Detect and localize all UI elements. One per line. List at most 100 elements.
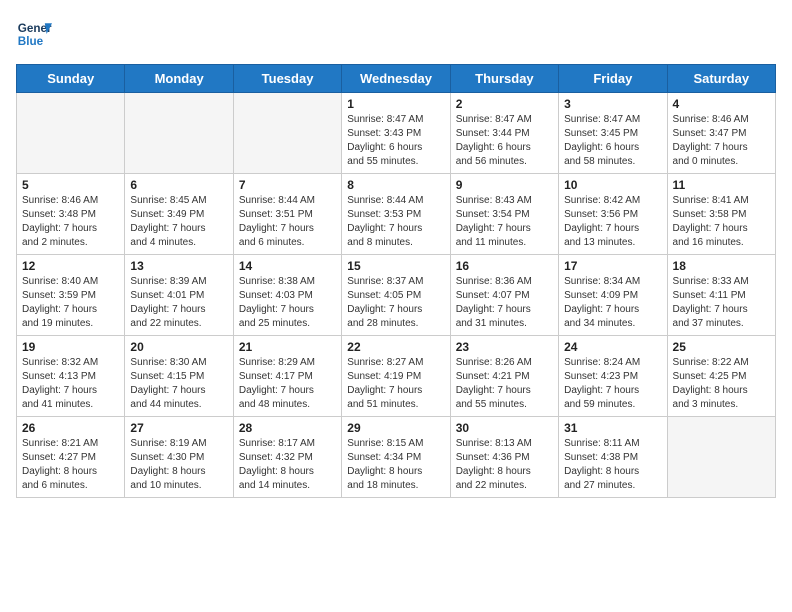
calendar-cell: 25Sunrise: 8:22 AMSunset: 4:25 PMDayligh… xyxy=(667,336,775,417)
cell-content: Sunrise: 8:44 AMSunset: 3:53 PMDaylight:… xyxy=(347,194,444,250)
day-of-week-header: Thursday xyxy=(450,65,558,93)
calendar-cell: 2 Sunrise: 8:47 AMSunset: 3:44 PMDaylight… xyxy=(450,93,558,174)
logo-icon: General Blue xyxy=(16,16,52,52)
calendar-cell: 11 Sunrise: 8:41 AMSunset: 3:58 PMDayligh… xyxy=(667,174,775,255)
day-number: 14 xyxy=(239,259,336,273)
cell-content: Sunrise: 8:22 AMSunset: 4:25 PMDaylight:… xyxy=(673,356,770,412)
cell-content: Sunrise: 8:13 AMSunset: 4:36 PMDaylight:… xyxy=(456,437,553,493)
cell-content: Sunrise: 8:47 AMSunset: 3:43 PMDaylight:… xyxy=(347,113,444,169)
cell-content: Sunrise: 8:32 AMSunset: 4:13 PMDaylight:… xyxy=(22,356,119,412)
calendar-cell: 12 Sunrise: 8:40 AMSunset: 3:59 PMDayligh… xyxy=(17,255,125,336)
calendar-week-row: 26Sunrise: 8:21 AMSunset: 4:27 PMDayligh… xyxy=(17,417,776,498)
day-number: 4 xyxy=(673,97,770,111)
cell-content: Sunrise: 8:15 AMSunset: 4:34 PMDaylight:… xyxy=(347,437,444,493)
cell-content: Sunrise: 8:33 AMSunset: 4:11 PMDaylight:… xyxy=(673,275,770,331)
day-number: 11 xyxy=(673,178,770,192)
day-number: 8 xyxy=(347,178,444,192)
day-number: 9 xyxy=(456,178,553,192)
calendar-header-row: SundayMondayTuesdayWednesdayThursdayFrid… xyxy=(17,65,776,93)
day-of-week-header: Friday xyxy=(559,65,667,93)
day-number: 24 xyxy=(564,340,661,354)
cell-content: Sunrise: 8:42 AMSunset: 3:56 PMDaylight:… xyxy=(564,194,661,250)
cell-content: Sunrise: 8:34 AMSunset: 4:09 PMDaylight:… xyxy=(564,275,661,331)
calendar-cell: 14 Sunrise: 8:38 AMSunset: 4:03 PMDayligh… xyxy=(233,255,341,336)
cell-content: Sunrise: 8:36 AMSunset: 4:07 PMDaylight:… xyxy=(456,275,553,331)
day-number: 23 xyxy=(456,340,553,354)
calendar-week-row: 12 Sunrise: 8:40 AMSunset: 3:59 PMDayligh… xyxy=(17,255,776,336)
calendar-cell: 15 Sunrise: 8:37 AMSunset: 4:05 PMDayligh… xyxy=(342,255,450,336)
calendar-cell: 30 Sunrise: 8:13 AMSunset: 4:36 PMDayligh… xyxy=(450,417,558,498)
day-of-week-header: Wednesday xyxy=(342,65,450,93)
day-number: 15 xyxy=(347,259,444,273)
calendar-cell: 4 Sunrise: 8:46 AMSunset: 3:47 PMDaylight… xyxy=(667,93,775,174)
day-of-week-header: Tuesday xyxy=(233,65,341,93)
day-number: 18 xyxy=(673,259,770,273)
calendar-week-row: 19 Sunrise: 8:32 AMSunset: 4:13 PMDayligh… xyxy=(17,336,776,417)
calendar-cell: 7 Sunrise: 8:44 AMSunset: 3:51 PMDaylight… xyxy=(233,174,341,255)
calendar-cell xyxy=(667,417,775,498)
cell-content: Sunrise: 8:47 AMSunset: 3:44 PMDaylight:… xyxy=(456,113,553,169)
calendar-cell xyxy=(17,93,125,174)
day-number: 27 xyxy=(130,421,227,435)
cell-content: Sunrise: 8:39 AMSunset: 4:01 PMDaylight:… xyxy=(130,275,227,331)
cell-content: Sunrise: 8:46 AMSunset: 3:47 PMDaylight:… xyxy=(673,113,770,169)
cell-content: Sunrise: 8:40 AMSunset: 3:59 PMDaylight:… xyxy=(22,275,119,331)
day-of-week-header: Saturday xyxy=(667,65,775,93)
svg-text:Blue: Blue xyxy=(18,35,44,48)
cell-content: Sunrise: 8:37 AMSunset: 4:05 PMDaylight:… xyxy=(347,275,444,331)
calendar-cell: 21Sunrise: 8:29 AMSunset: 4:17 PMDayligh… xyxy=(233,336,341,417)
day-number: 17 xyxy=(564,259,661,273)
day-number: 16 xyxy=(456,259,553,273)
calendar-cell: 1 Sunrise: 8:47 AMSunset: 3:43 PMDaylight… xyxy=(342,93,450,174)
day-number: 13 xyxy=(130,259,227,273)
day-number: 28 xyxy=(239,421,336,435)
day-number: 12 xyxy=(22,259,119,273)
calendar-cell: 24Sunrise: 8:24 AMSunset: 4:23 PMDayligh… xyxy=(559,336,667,417)
calendar-week-row: 5 Sunrise: 8:46 AMSunset: 3:48 PMDaylight… xyxy=(17,174,776,255)
cell-content: Sunrise: 8:44 AMSunset: 3:51 PMDaylight:… xyxy=(239,194,336,250)
calendar-cell: 9 Sunrise: 8:43 AMSunset: 3:54 PMDaylight… xyxy=(450,174,558,255)
calendar-table: SundayMondayTuesdayWednesdayThursdayFrid… xyxy=(16,64,776,498)
day-number: 22 xyxy=(347,340,444,354)
day-number: 1 xyxy=(347,97,444,111)
day-number: 26 xyxy=(22,421,119,435)
day-number: 10 xyxy=(564,178,661,192)
calendar-cell: 6Sunrise: 8:45 AMSunset: 3:49 PMDaylight… xyxy=(125,174,233,255)
calendar-cell: 3Sunrise: 8:47 AMSunset: 3:45 PMDaylight… xyxy=(559,93,667,174)
logo: General Blue xyxy=(16,16,52,52)
calendar-cell: 28 Sunrise: 8:17 AMSunset: 4:32 PMDayligh… xyxy=(233,417,341,498)
day-of-week-header: Monday xyxy=(125,65,233,93)
cell-content: Sunrise: 8:11 AMSunset: 4:38 PMDaylight:… xyxy=(564,437,661,493)
day-of-week-header: Sunday xyxy=(17,65,125,93)
calendar-cell: 31 Sunrise: 8:11 AMSunset: 4:38 PMDayligh… xyxy=(559,417,667,498)
calendar-cell: 23 Sunrise: 8:26 AMSunset: 4:21 PMDayligh… xyxy=(450,336,558,417)
calendar-cell: 19 Sunrise: 8:32 AMSunset: 4:13 PMDayligh… xyxy=(17,336,125,417)
calendar-cell: 17 Sunrise: 8:34 AMSunset: 4:09 PMDayligh… xyxy=(559,255,667,336)
cell-content: Sunrise: 8:27 AMSunset: 4:19 PMDaylight:… xyxy=(347,356,444,412)
cell-content: Sunrise: 8:17 AMSunset: 4:32 PMDaylight:… xyxy=(239,437,336,493)
cell-content: Sunrise: 8:43 AMSunset: 3:54 PMDaylight:… xyxy=(456,194,553,250)
day-number: 7 xyxy=(239,178,336,192)
day-number: 19 xyxy=(22,340,119,354)
cell-content: Sunrise: 8:45 AMSunset: 3:49 PMDaylight:… xyxy=(130,194,227,250)
cell-content: Sunrise: 8:38 AMSunset: 4:03 PMDaylight:… xyxy=(239,275,336,331)
calendar-cell: 29 Sunrise: 8:15 AMSunset: 4:34 PMDayligh… xyxy=(342,417,450,498)
calendar-cell: 8 Sunrise: 8:44 AMSunset: 3:53 PMDaylight… xyxy=(342,174,450,255)
day-number: 5 xyxy=(22,178,119,192)
calendar-cell xyxy=(233,93,341,174)
day-number: 30 xyxy=(456,421,553,435)
calendar-cell: 16 Sunrise: 8:36 AMSunset: 4:07 PMDayligh… xyxy=(450,255,558,336)
calendar-cell: 26Sunrise: 8:21 AMSunset: 4:27 PMDayligh… xyxy=(17,417,125,498)
day-number: 29 xyxy=(347,421,444,435)
calendar-cell: 18 Sunrise: 8:33 AMSunset: 4:11 PMDayligh… xyxy=(667,255,775,336)
cell-content: Sunrise: 8:46 AMSunset: 3:48 PMDaylight:… xyxy=(22,194,119,250)
cell-content: Sunrise: 8:41 AMSunset: 3:58 PMDaylight:… xyxy=(673,194,770,250)
calendar-cell xyxy=(125,93,233,174)
calendar-week-row: 1 Sunrise: 8:47 AMSunset: 3:43 PMDaylight… xyxy=(17,93,776,174)
day-number: 31 xyxy=(564,421,661,435)
cell-content: Sunrise: 8:30 AMSunset: 4:15 PMDaylight:… xyxy=(130,356,227,412)
day-number: 20 xyxy=(130,340,227,354)
page-header: General Blue xyxy=(16,16,776,52)
cell-content: Sunrise: 8:26 AMSunset: 4:21 PMDaylight:… xyxy=(456,356,553,412)
day-number: 2 xyxy=(456,97,553,111)
